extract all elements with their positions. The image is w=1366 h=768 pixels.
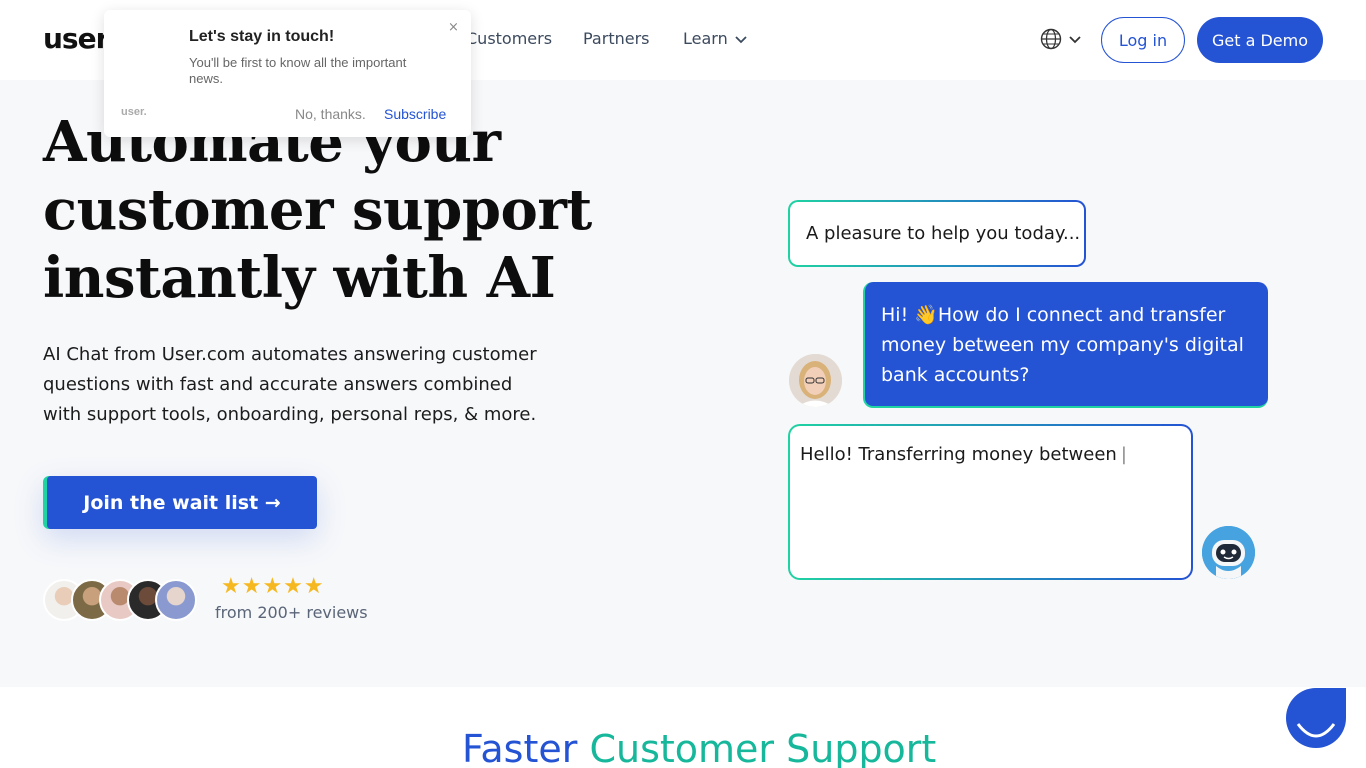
bot-typing-text: Hello! Transferring money between [800,444,1117,465]
bot-message-text: A pleasure to help you today... [790,202,1084,265]
features-section: Faster Customer Support [0,687,1366,768]
no-thanks-button[interactable]: No, thanks. [295,106,366,122]
popup-brand-logo: user. [121,106,147,118]
chevron-down-icon [1069,36,1081,44]
rating-stars: ★★★★★ [221,574,325,599]
nav-partners[interactable]: Partners [583,29,649,48]
logo[interactable]: user [43,22,109,55]
section-title-part1: Faster [462,727,578,768]
bot-typing-bubble: Hello! Transferring money between | [788,424,1193,580]
language-selector[interactable] [1040,28,1082,50]
user-avatar-image [789,354,842,407]
nav-learn[interactable]: Learn [683,29,748,48]
section-title: Faster Customer Support [462,727,936,768]
bot-avatar [1202,526,1255,579]
bot-typing-area: Hello! Transferring money between | [790,426,1191,578]
join-waitlist-button[interactable]: Join the wait list → [43,476,317,529]
user-avatar [789,354,842,407]
reviews-count: from 200+ reviews [215,603,368,622]
popup-body: You'll be first to know all the importan… [189,55,407,86]
nav-learn-label: Learn [683,29,728,48]
popup-title: Let's stay in touch! [189,28,335,45]
close-icon[interactable]: × [448,20,459,35]
subscribe-button[interactable]: Subscribe [384,106,446,122]
typing-cursor: | [1120,444,1127,465]
login-button[interactable]: Log in [1101,17,1185,63]
hero-title: Automate your customer support instantly… [43,108,603,312]
chat-launcher-button[interactable] [1286,688,1346,748]
user-message-bubble: Hi! 👋How do I connect and transfer money… [863,282,1268,408]
robot-icon [1202,526,1255,579]
globe-icon [1040,28,1062,50]
join-waitlist-label: Join the wait list → [47,476,317,529]
hero-subtitle: AI Chat from User.com automates answerin… [43,344,537,425]
section-title-part2: Customer Support [589,727,937,768]
bot-message-bubble: A pleasure to help you today... [788,200,1086,267]
hero-title-line: instantly with AI [43,245,556,311]
avatar [155,579,197,621]
subscribe-popup: Let's stay in touch! You'll be first to … [104,10,471,137]
get-demo-button[interactable]: Get a Demo [1197,17,1323,63]
hero-title-line: customer support [43,177,592,243]
chevron-down-icon [735,35,747,43]
nav-customers[interactable]: Customers [466,29,552,48]
chat-launcher-icon [1296,723,1336,738]
